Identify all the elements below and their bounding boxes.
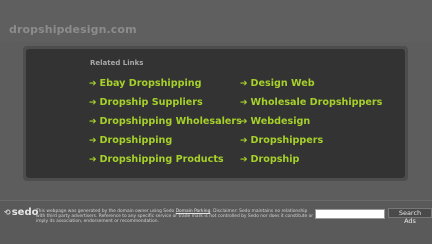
related-link-label: Dropshipping Wholesalers — [99, 116, 242, 127]
disclaimer-text: This webpage was generated by the domain… — [36, 209, 316, 225]
arrow-right-icon: ➔ — [240, 117, 248, 127]
related-link-dropshipping-products[interactable]: ➔ Dropshipping Products — [89, 153, 224, 167]
arrow-right-icon: ➔ — [240, 155, 248, 165]
related-link-dropshipping[interactable]: ➔ Dropshipping — [89, 134, 172, 148]
related-link-webdesign[interactable]: ➔ Webdesign — [240, 115, 310, 129]
arrow-right-icon: ➔ — [89, 98, 97, 108]
sedo-logo[interactable]: ⟲sedo — [4, 207, 38, 218]
related-link-label: Dropship Suppliers — [99, 97, 203, 108]
sedo-swirl-icon: ⟲ — [4, 208, 11, 217]
related-link-label: Webdesign — [250, 116, 311, 127]
related-link-label: Dropship — [250, 154, 300, 165]
arrow-right-icon: ➔ — [240, 79, 248, 89]
arrow-right-icon: ➔ — [240, 98, 248, 108]
site-title[interactable]: dropshipdesign.com — [9, 23, 137, 36]
related-link-dropship-suppliers[interactable]: ➔ Dropship Suppliers — [89, 96, 203, 110]
arrow-right-icon: ➔ — [240, 136, 248, 146]
arrow-right-icon: ➔ — [89, 155, 97, 165]
header-bar: dropshipdesign.com — [0, 0, 432, 42]
related-links-heading: Related Links — [90, 59, 144, 67]
arrow-right-icon: ➔ — [89, 136, 97, 146]
related-link-dropshipping-wholesalers[interactable]: ➔ Dropshipping Wholesalers — [89, 115, 242, 129]
arrow-right-icon: ➔ — [89, 117, 97, 127]
related-link-label: Dropshipping — [99, 135, 173, 146]
related-link-label: Design Web — [250, 78, 315, 89]
related-links-panel: Related Links ➔ Ebay Dropshipping ➔ Dropsh… — [26, 49, 405, 178]
content-frame: Related Links ➔ Ebay Dropshipping ➔ Dropsh… — [23, 46, 408, 181]
related-link-label: Wholesale Dropshippers — [250, 97, 383, 108]
arrow-right-icon: ➔ — [89, 79, 97, 89]
related-link-ebay-dropshipping[interactable]: ➔ Ebay Dropshipping — [89, 77, 201, 91]
search-ads-input[interactable] — [315, 209, 385, 219]
related-link-label: Ebay Dropshipping — [99, 78, 202, 89]
related-link-design-web[interactable]: ➔ Design Web — [240, 77, 315, 91]
related-link-label: Dropshipping Products — [99, 154, 224, 165]
related-link-wholesale-dropshippers[interactable]: ➔ Wholesale Dropshippers — [240, 96, 382, 110]
related-link-label: Dropshippers — [250, 135, 324, 146]
related-link-dropship[interactable]: ➔ Dropship — [240, 153, 299, 167]
related-link-dropshippers[interactable]: ➔ Dropshippers — [240, 134, 323, 148]
search-ads-button[interactable]: Search Ads — [388, 208, 432, 225]
footer: ⟲sedo This webpage was generated by the … — [0, 200, 432, 244]
sedo-logo-text: sedo — [11, 207, 39, 218]
